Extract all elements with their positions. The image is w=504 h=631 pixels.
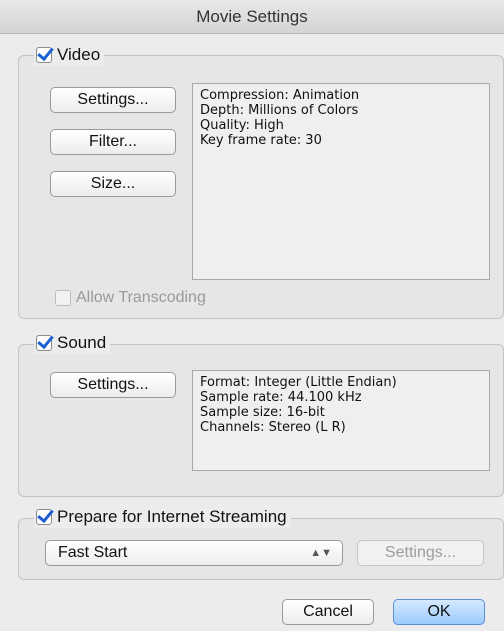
streaming-mode-select[interactable]: Fast Start ▲▼ — [45, 540, 343, 566]
streaming-label: Prepare for Internet Streaming — [57, 507, 287, 526]
video-label: Video — [57, 45, 101, 64]
sound-label: Sound — [57, 333, 107, 352]
video-info-panel: Compression: Animation Depth: Millions o… — [192, 83, 490, 280]
video-info-line: Compression: Animation — [200, 88, 360, 103]
allow-transcoding-checkbox[interactable] — [55, 290, 71, 306]
streaming-settings-button[interactable]: Settings... — [357, 540, 484, 566]
video-settings-button[interactable]: Settings... — [50, 87, 176, 113]
sound-info-line: Format: Integer (Little Endian) — [200, 375, 397, 390]
streaming-mode-value: Fast Start — [58, 544, 128, 561]
video-info-line: Key frame rate: 30 — [200, 133, 322, 148]
sound-info-line: Sample rate: 44.100 kHz — [200, 390, 362, 405]
video-legend[interactable]: Video — [34, 44, 105, 66]
sound-info-panel: Format: Integer (Little Endian) Sample r… — [192, 370, 490, 471]
streaming-checkbox[interactable] — [36, 509, 52, 525]
allow-transcoding-label: Allow Transcoding — [76, 289, 206, 306]
ok-button[interactable]: OK — [393, 599, 485, 625]
sound-info-line: Channels: Stereo (L R) — [200, 420, 346, 435]
select-arrows-icon: ▲▼ — [310, 547, 332, 559]
streaming-legend[interactable]: Prepare for Internet Streaming — [34, 506, 291, 528]
sound-checkbox[interactable] — [36, 335, 52, 351]
video-checkbox[interactable] — [36, 47, 52, 63]
cancel-button[interactable]: Cancel — [282, 599, 374, 625]
sound-settings-button[interactable]: Settings... — [50, 372, 176, 398]
sound-legend[interactable]: Sound — [34, 332, 111, 354]
video-info-line: Quality: High — [200, 118, 284, 133]
video-info-line: Depth: Millions of Colors — [200, 103, 359, 118]
window-title: Movie Settings — [0, 0, 504, 34]
video-size-button[interactable]: Size... — [50, 171, 176, 197]
sound-info-line: Sample size: 16-bit — [200, 405, 325, 420]
allow-transcoding-option[interactable]: Allow Transcoding — [55, 288, 206, 308]
video-filter-button[interactable]: Filter... — [50, 129, 176, 155]
